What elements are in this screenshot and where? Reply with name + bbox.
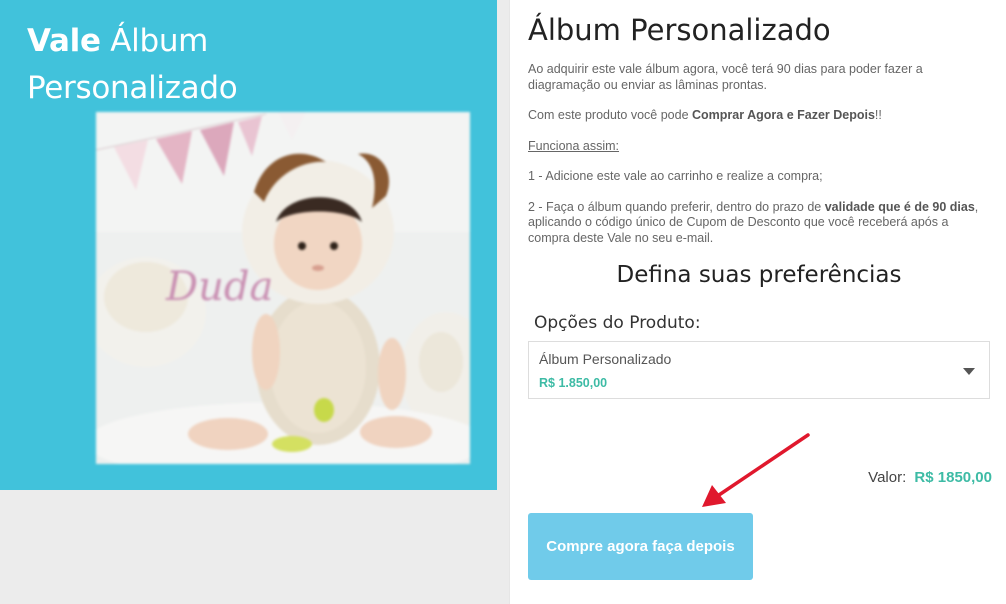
product-title: Álbum Personalizado xyxy=(528,13,831,47)
product-description: Ao adquirir este vale álbum agora, você … xyxy=(528,62,990,261)
buy-now-button[interactable]: Compre agora faça depois xyxy=(528,513,753,580)
step-1: 1 - Adicione este vale ao carrinho e rea… xyxy=(528,169,823,183)
how-it-works-heading: Funciona assim: xyxy=(528,138,620,153)
description-paragraph-2: Com este produto você pode Comprar Agora… xyxy=(528,108,882,122)
album-cover-illustration: Duda xyxy=(96,112,470,464)
product-options-label: Opções do Produto: xyxy=(534,313,701,333)
selected-option-name: Álbum Personalizado xyxy=(539,351,672,367)
step-2: 2 - Faça o álbum quando preferir, dentro… xyxy=(528,199,979,245)
album-cover-image: Duda xyxy=(96,112,470,464)
selected-option-price: R$ 1.850,00 xyxy=(539,376,608,390)
panel-divider xyxy=(509,0,510,604)
product-image-panel: Vale Álbum Personalizado Duda xyxy=(0,0,497,490)
cover-name-text: Duda xyxy=(165,264,273,310)
total-label: Valor: xyxy=(868,469,907,486)
hero-title: Vale Álbum Personalizado xyxy=(27,23,238,106)
chevron-down-icon xyxy=(963,368,975,375)
description-paragraph-1: Ao adquirir este vale álbum agora, você … xyxy=(528,62,923,92)
total-amount: R$ 1850,00 xyxy=(914,469,992,486)
product-option-select[interactable]: Álbum Personalizado R$ 1.850,00 xyxy=(528,341,990,399)
annotation-arrow-icon xyxy=(702,433,810,507)
preferences-title: Defina suas preferências xyxy=(616,262,902,288)
total-value: Valor: R$ 1850,00 xyxy=(868,469,992,486)
